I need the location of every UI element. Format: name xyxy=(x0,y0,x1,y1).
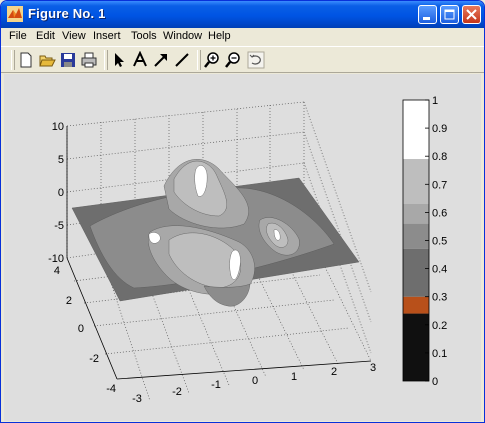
arrow-icon[interactable] xyxy=(110,51,128,69)
plot-area[interactable]: 10 5 0 -5 -10 4 2 0 -2 -4 -3 -2 -1 0 1 2… xyxy=(4,74,481,421)
menu-view[interactable]: View xyxy=(62,30,86,42)
x-tick: 2 xyxy=(331,366,337,378)
window-title: Figure No. 1 xyxy=(28,6,106,21)
z-tick: -5 xyxy=(54,220,64,232)
z-axis-ticks: 10 5 0 -5 -10 xyxy=(48,121,64,265)
save-icon[interactable] xyxy=(59,51,77,69)
y-tick: -4 xyxy=(106,383,116,395)
colorbar-tick-label: 0.3 xyxy=(432,292,447,304)
close-icon xyxy=(466,9,477,20)
matlab-icon xyxy=(7,6,23,22)
zoom-out-icon[interactable] xyxy=(224,51,242,69)
minimize-button[interactable] xyxy=(418,5,437,24)
colorbar-tick-label: 0.1 xyxy=(432,348,447,360)
colorbar-tick-label: 0.7 xyxy=(432,179,447,191)
close-button[interactable] xyxy=(462,5,481,24)
y-tick: -2 xyxy=(89,353,99,365)
colorbar-band xyxy=(403,203,429,224)
surface-plot xyxy=(71,159,360,307)
colorbar[interactable]: 1 0.9 0.8 0.7 0.6 0.5 0.4 0.3 0.2 0.1 0 xyxy=(402,95,447,388)
colorbar-band xyxy=(403,159,429,204)
menu-window[interactable]: Window xyxy=(163,30,202,42)
z-tick: 10 xyxy=(52,121,64,133)
title-bar[interactable]: Figure No. 1 xyxy=(1,1,484,28)
line-icon[interactable] xyxy=(173,51,191,69)
maximize-button[interactable] xyxy=(440,5,459,24)
colorbar-band xyxy=(403,313,429,381)
minimize-icon xyxy=(423,17,430,20)
menu-help[interactable]: Help xyxy=(208,30,231,42)
colorbar-band xyxy=(403,223,429,249)
z-tick: -10 xyxy=(48,253,64,265)
colorbar-band xyxy=(403,248,429,297)
menu-tools[interactable]: Tools xyxy=(131,30,157,42)
x-tick: 0 xyxy=(252,375,258,387)
print-icon[interactable] xyxy=(80,51,98,69)
zoom-in-icon[interactable] xyxy=(203,51,221,69)
x-tick: -2 xyxy=(172,386,182,398)
colorbar-tick-label: 0.2 xyxy=(432,320,447,332)
menu-file[interactable]: File xyxy=(9,30,27,42)
y-tick: 2 xyxy=(66,295,72,307)
colorbar-tick-label: 0.5 xyxy=(432,236,447,248)
text-icon[interactable] xyxy=(131,51,149,69)
x-axis-ticks: -3 -2 -1 0 1 2 3 xyxy=(132,362,376,405)
menu-edit[interactable]: Edit xyxy=(36,30,55,42)
z-tick: 0 xyxy=(58,187,64,199)
colorbar-tick-label: 0.8 xyxy=(432,151,447,163)
toolbar-separator xyxy=(104,50,108,70)
colorbar-tick-label: 0.9 xyxy=(432,123,447,135)
figure-toolbar xyxy=(1,46,484,73)
figure-canvas[interactable]: 10 5 0 -5 -10 4 2 0 -2 -4 -3 -2 -1 0 1 2… xyxy=(4,74,481,421)
y-tick: 0 xyxy=(78,323,84,335)
menu-bar: File Edit View Insert Tools Window Help xyxy=(1,28,484,46)
open-icon[interactable] xyxy=(38,51,56,69)
colorbar-tick-label: 0 xyxy=(432,376,438,388)
x-tick: 3 xyxy=(370,362,376,374)
colorbar-band xyxy=(403,296,429,314)
draw-arrow-icon[interactable] xyxy=(152,51,170,69)
x-tick: 1 xyxy=(291,371,297,383)
maximize-icon xyxy=(444,9,455,20)
new-icon[interactable] xyxy=(17,51,35,69)
x-tick: -3 xyxy=(132,393,142,405)
colorbar-band xyxy=(403,100,429,160)
colorbar-tick-label: 0.4 xyxy=(432,264,447,276)
colorbar-tick-label: 0.6 xyxy=(432,207,447,219)
y-axis-ticks: 4 2 0 -2 -4 xyxy=(54,265,116,395)
menu-insert[interactable]: Insert xyxy=(93,30,121,42)
toolbar-grip[interactable] xyxy=(11,50,15,70)
figure-window: Figure No. 1 File Edit View Insert Tools… xyxy=(0,0,485,423)
x-tick: -1 xyxy=(211,379,221,391)
z-tick: 5 xyxy=(58,154,64,166)
y-tick: 4 xyxy=(54,265,60,277)
toolbar-separator-2 xyxy=(197,50,201,70)
colorbar-tick-label: 1 xyxy=(432,95,438,107)
rotate-icon[interactable] xyxy=(247,51,265,69)
